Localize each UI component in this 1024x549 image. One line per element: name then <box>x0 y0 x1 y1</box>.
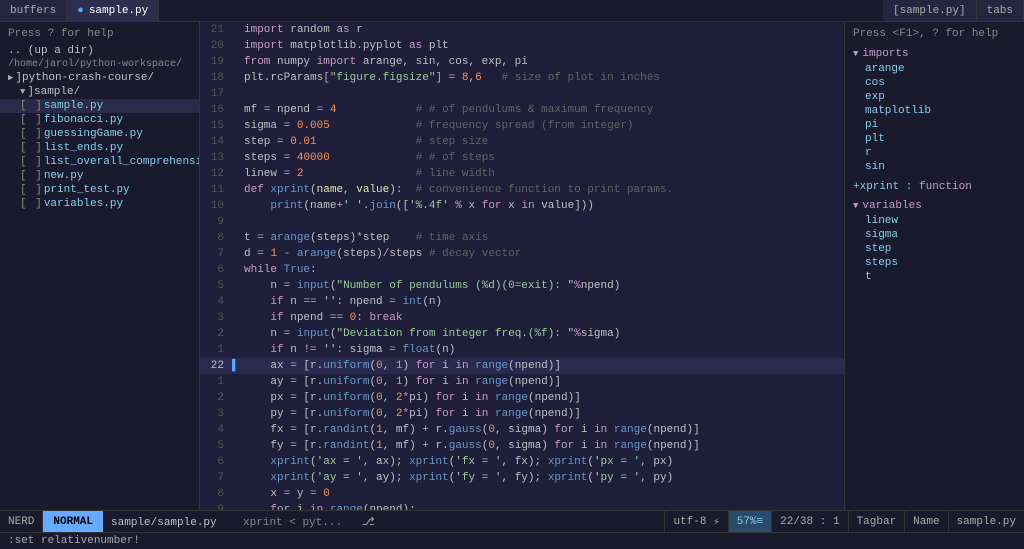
code-line-xprint1: 6 xprint('ax = ', ax); xprint('fx = ', f… <box>200 454 844 470</box>
left-panel-file-tree: Press ? for help .. (up a dir) /home/jar… <box>0 22 200 510</box>
import-exp[interactable]: exp <box>845 90 1024 104</box>
top-tab-bar: buffers ● sample.py [sample.py] tabs <box>0 0 1024 22</box>
import-arange[interactable]: arange <box>845 62 1024 76</box>
var-sigma[interactable]: sigma <box>845 228 1024 242</box>
code-line-px: 2 px = [r.uniform(0, 2*pi) for i in rang… <box>200 390 844 406</box>
code-line-8: 8 t = arange(steps)*step # time axis <box>200 230 844 246</box>
code-line-20: 20 import matplotlib.pyplot as plt <box>200 38 844 54</box>
left-panel-header: Press ? for help <box>0 26 199 44</box>
file-tree-variables[interactable]: [ ] variables.py <box>0 197 199 211</box>
code-line-xprint2: 7 xprint('ay = ', ay); xprint('fy = ', f… <box>200 470 844 486</box>
import-r[interactable]: r <box>845 146 1024 160</box>
status-filename-right: sample.py <box>948 511 1024 532</box>
tab-sample-py-label: sample.py <box>89 5 148 17</box>
code-line-11: 11 def xprint(name, value): # convenienc… <box>200 182 844 198</box>
code-line-9: 9 <box>200 214 844 230</box>
code-line-13: 13 steps = 40000 # # of steps <box>200 150 844 166</box>
imports-section-header[interactable]: ▼ imports <box>845 46 1024 62</box>
code-line-7: 7 d = 1 - arange(steps)/steps # decay ve… <box>200 246 844 262</box>
code-line-18: 18 plt.rcParams["figure.figsize"] = 8,6 … <box>200 70 844 86</box>
tab-sample-py-right-label: [sample.py] <box>893 5 966 17</box>
code-line-19: 19 from numpy import arange, sin, cos, e… <box>200 54 844 70</box>
var-steps[interactable]: steps <box>845 256 1024 270</box>
status-name: Name <box>904 511 947 532</box>
main-layout: Press ? for help .. (up a dir) /home/jar… <box>0 22 1024 510</box>
status-right: utf-8 ⚡ 57% ≡ 22/38 : 1 Tagbar Name samp… <box>664 511 1024 532</box>
cmd-line-text: :set relativenumber! <box>8 535 140 547</box>
right-panel-hint: Press <F1>, ? for help <box>845 26 1024 46</box>
status-file: sample/sample.py xprint < pyt... ⎇ <box>103 515 383 529</box>
code-line-2: 2 n = input("Deviation from integer freq… <box>200 326 844 342</box>
code-line-xy0: 8 x = y = 0 <box>200 486 844 502</box>
file-tree-print-test[interactable]: [ ] print_test.py <box>0 183 199 197</box>
file-tree-workspace-path[interactable]: /home/jarol/python-workspace/ <box>0 58 199 71</box>
code-line-14: 14 step = 0.01 # step size <box>200 134 844 150</box>
file-tree-sample-py[interactable]: [ ] sample.py <box>0 99 199 113</box>
code-line-5: 5 n = input("Number of pendulums (%d)(0=… <box>200 278 844 294</box>
code-line-py: 3 py = [r.uniform(0, 2*pi) for i in rang… <box>200 406 844 422</box>
code-lines: 21 import random as r 20 import matplotl… <box>200 22 844 510</box>
right-panel-outline: Press <F1>, ? for help ▼ imports arange … <box>844 22 1024 510</box>
code-line-fx: 4 fx = [r.randint(1, mf) + r.gauss(0, si… <box>200 422 844 438</box>
command-line: :set relativenumber! <box>0 532 1024 549</box>
code-line-6: 6 while True: <box>200 262 844 278</box>
file-tree-list-comprehensions[interactable]: [ ] list_overall_comprehensions.py <box>0 155 199 169</box>
status-bar: NERD NORMAL sample/sample.py xprint < py… <box>0 510 1024 532</box>
code-editor[interactable]: 21 import random as r 20 import matplotl… <box>200 22 844 510</box>
tab-dot: ● <box>77 5 84 17</box>
code-line-4: 4 if n == '': npend = int(n) <box>200 294 844 310</box>
tab-buffers[interactable]: buffers <box>0 0 67 21</box>
import-plt[interactable]: plt <box>845 132 1024 146</box>
status-nerd: NERD <box>0 516 42 528</box>
variables-section-header[interactable]: ▼ variables <box>845 198 1024 214</box>
tab-tabs[interactable]: tabs <box>977 0 1024 21</box>
file-tree-fibonacci[interactable]: [ ] fibonacci.py <box>0 113 199 127</box>
status-git-icon: ⎇ <box>362 517 375 529</box>
import-matplotlib[interactable]: matplotlib <box>845 104 1024 118</box>
var-linew[interactable]: linew <box>845 214 1024 228</box>
code-line-22-current: 22 ▌ ax = [r.uniform(0, 1) for i in rang… <box>200 358 844 374</box>
code-line-16: 16 mf = npend = 4 # # of pendulums & max… <box>200 102 844 118</box>
import-sin[interactable]: sin <box>845 160 1024 174</box>
code-line-17: 17 <box>200 86 844 102</box>
status-encoding: utf-8 ⚡ <box>664 511 727 532</box>
code-line-12: 12 linew = 2 # line width <box>200 166 844 182</box>
imports-label: imports <box>862 48 908 60</box>
code-line-for: 9 for i in range(npend): <box>200 502 844 510</box>
file-tree-crash-course[interactable]: ▶ ]python-crash-course/ <box>0 71 199 85</box>
file-tree-sample-dir[interactable]: ▼ ]sample/ <box>0 85 199 99</box>
file-tree-new-py[interactable]: [ ] new.py <box>0 169 199 183</box>
tab-buffers-label: buffers <box>10 5 56 17</box>
xprint-function-item[interactable]: +xprint : function <box>845 180 1024 194</box>
code-line-21: 21 import random as r <box>200 22 844 38</box>
status-percent: 57% ≡ <box>728 511 771 532</box>
status-tagbar: Tagbar <box>848 511 905 532</box>
var-t[interactable]: t <box>845 270 1024 284</box>
var-step[interactable]: step <box>845 242 1024 256</box>
status-context: xprint < pyt... <box>243 517 342 529</box>
file-tree-up-dir[interactable]: .. (up a dir) <box>0 44 199 58</box>
code-line-10: 10 print(name+' '.join(['%.4f' % x for x… <box>200 198 844 214</box>
status-position: 22/38 : 1 <box>771 511 847 532</box>
code-line-1: 1 if n != '': sigma = float(n) <box>200 342 844 358</box>
import-pi[interactable]: pi <box>845 118 1024 132</box>
tab-tabs-label: tabs <box>987 5 1013 17</box>
file-tree-list-ends[interactable]: [ ] list_ends.py <box>0 141 199 155</box>
code-line-fy: 5 fy = [r.randint(1, mf) + r.gauss(0, si… <box>200 438 844 454</box>
status-filepath: sample/sample.py <box>111 517 217 529</box>
code-line-ay: 1 ay = [r.uniform(0, 1) for i in range(n… <box>200 374 844 390</box>
code-line-3: 3 if npend == 0: break <box>200 310 844 326</box>
file-tree-guessing-game[interactable]: [ ] guessingGame.py <box>0 127 199 141</box>
status-mode: NORMAL <box>43 511 103 532</box>
import-cos[interactable]: cos <box>845 76 1024 90</box>
variables-label: variables <box>862 200 921 212</box>
tab-sample-py[interactable]: ● sample.py <box>67 0 159 21</box>
tab-sample-py-right[interactable]: [sample.py] <box>883 0 977 21</box>
code-line-15: 15 sigma = 0.005 # frequency spread (fro… <box>200 118 844 134</box>
